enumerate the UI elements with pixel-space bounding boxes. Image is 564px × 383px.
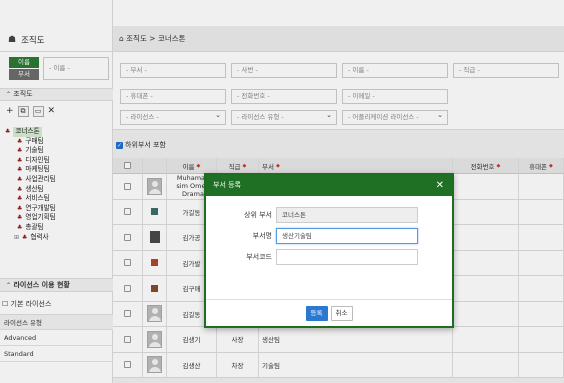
dialog-header: 부서 등록 ✕ <box>206 175 452 196</box>
register-button[interactable]: 등록 <box>305 305 328 321</box>
parent-dept-label: 상위 부서 <box>244 211 272 219</box>
dialog-title: 부서 등록 <box>213 181 241 189</box>
dept-code-row: 부서코드 <box>206 249 452 265</box>
parent-dept-row: 상위 부서 코너스톤 <box>206 207 452 223</box>
dept-code-label: 부서코드 <box>246 253 272 261</box>
dept-name-label: 부서명 <box>252 232 272 240</box>
close-icon[interactable]: ✕ <box>436 175 444 196</box>
dept-register-dialog: 부서 등록 ✕ 상위 부서 코너스톤 부서명 생산기술팀 부서코드 등록 취소 <box>204 173 454 328</box>
dialog-footer: 등록 취소 <box>206 299 452 326</box>
dept-code-input[interactable] <box>276 249 418 265</box>
dept-name-row: 부서명 생산기술팀 <box>206 228 452 244</box>
cancel-button[interactable]: 취소 <box>330 305 353 321</box>
dept-name-input[interactable]: 생산기술팀 <box>276 228 418 244</box>
parent-dept-field: 코너스톤 <box>276 207 418 223</box>
